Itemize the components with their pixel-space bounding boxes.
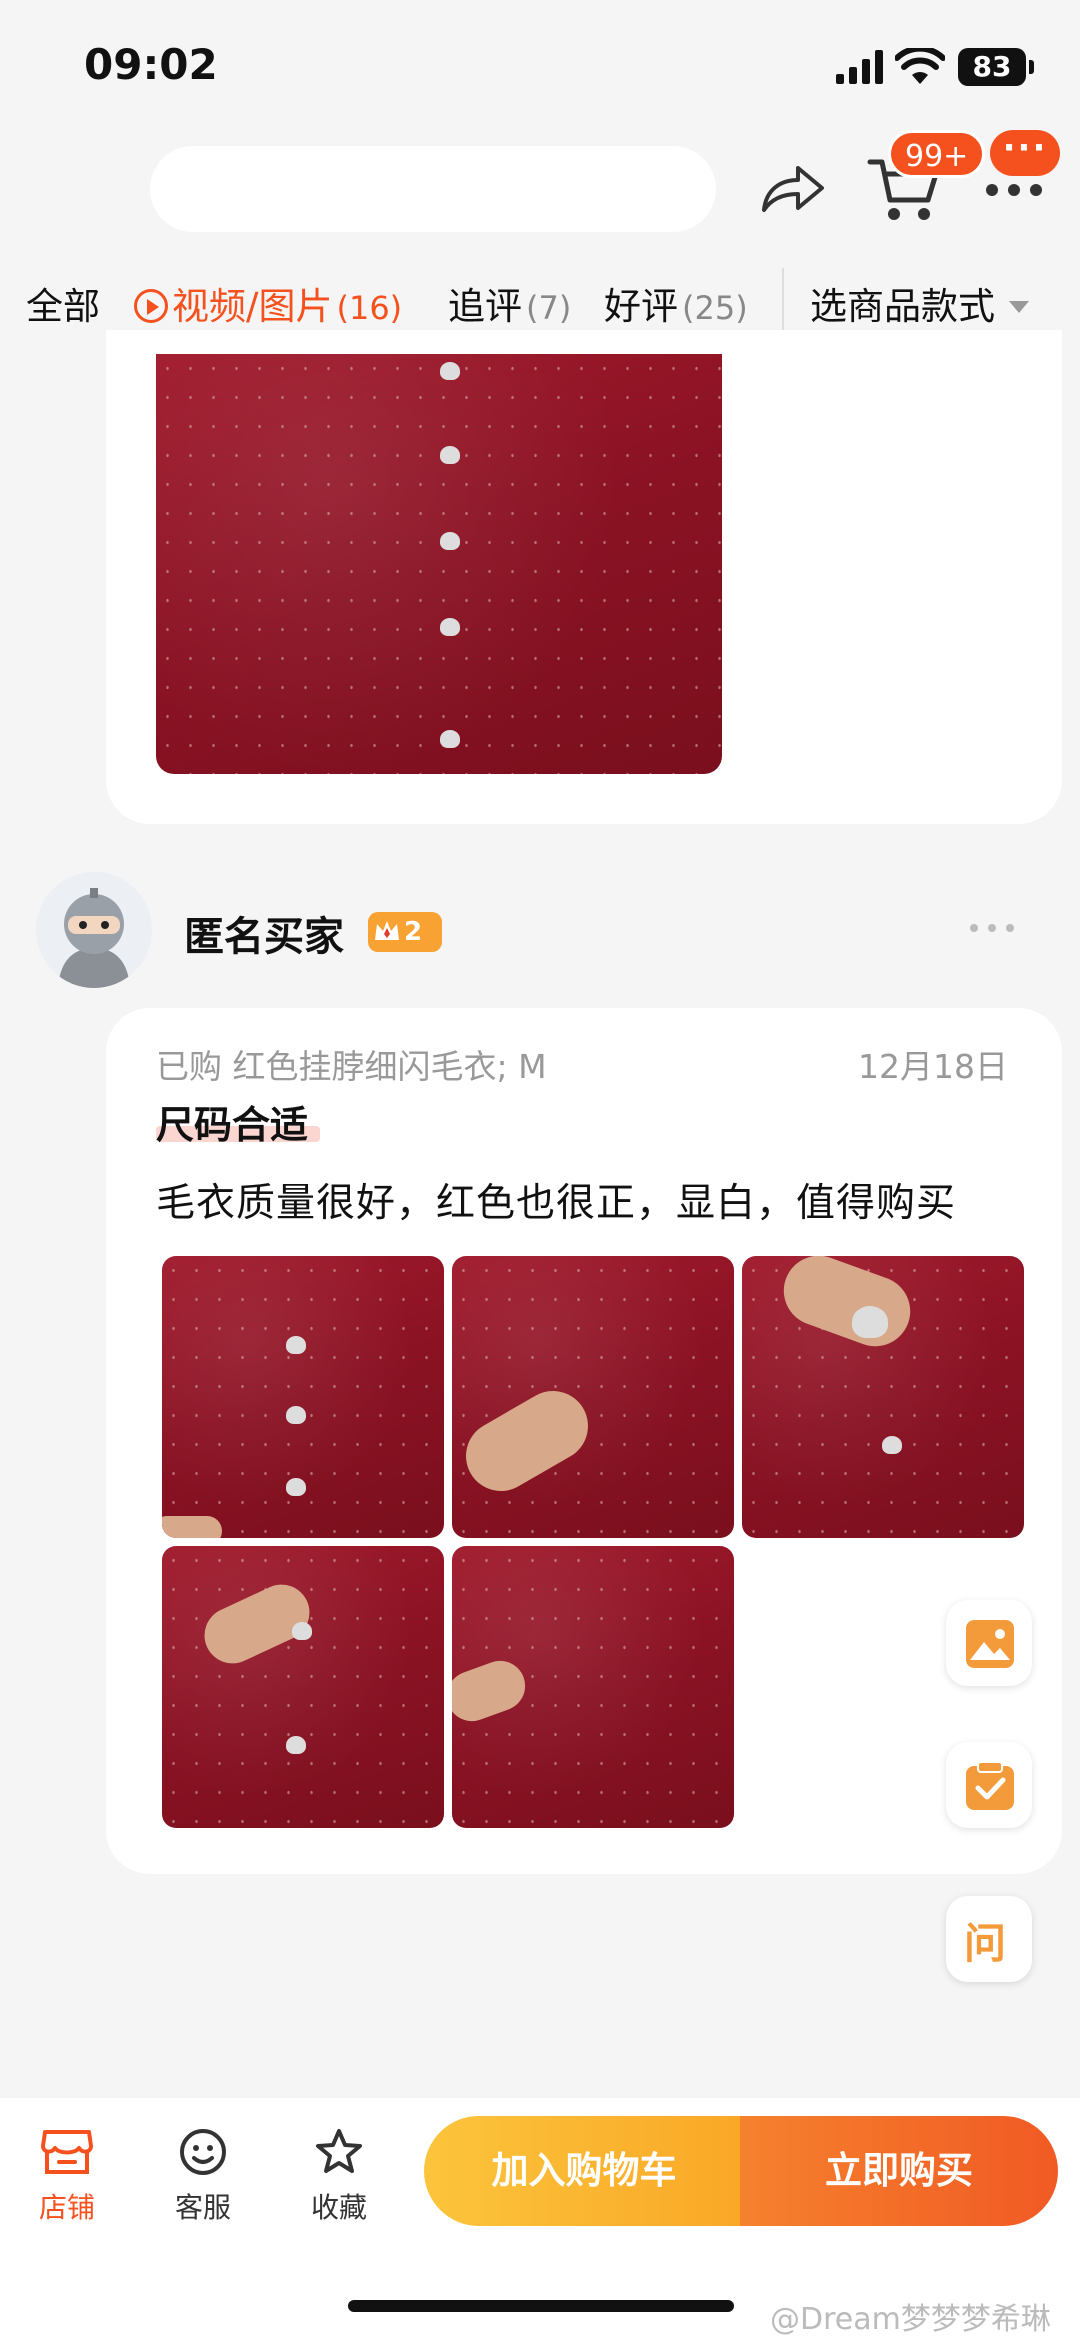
caret-down-icon xyxy=(1009,301,1029,313)
cart-badge: 99+ xyxy=(888,130,986,178)
button-detail xyxy=(292,1622,312,1640)
tab-all[interactable]: 全部 xyxy=(26,276,100,330)
button-detail xyxy=(440,362,460,380)
tab-follow-up-count: (7) xyxy=(526,289,572,327)
button-detail xyxy=(440,730,460,748)
button-detail xyxy=(286,1478,306,1496)
more-badge[interactable]: ··· xyxy=(990,130,1060,176)
review-photo-2[interactable] xyxy=(452,1256,734,1538)
add-to-cart-button[interactable]: 加入购物车 xyxy=(424,2116,744,2226)
favorite-button[interactable]: 收藏 xyxy=(294,2128,384,2226)
customer-service-label: 客服 xyxy=(174,2191,231,2224)
signal-icon xyxy=(836,50,883,84)
review-photo-5[interactable] xyxy=(452,1546,734,1828)
tab-good-review-count: (25) xyxy=(682,289,748,327)
review-title: 尺码合适 xyxy=(156,1103,309,1147)
search-input[interactable] xyxy=(150,146,716,232)
reviewer-name[interactable]: 匿名买家 xyxy=(184,904,344,962)
watermark: @Dream梦梦梦希琳 xyxy=(770,2302,1051,2337)
style-selector-label: 选商品款式 xyxy=(810,285,995,328)
hand xyxy=(453,1378,601,1504)
review-photo[interactable] xyxy=(156,354,722,774)
button-detail xyxy=(286,1406,306,1424)
button-detail xyxy=(286,1336,306,1354)
customer-service-icon xyxy=(180,2129,226,2175)
home-indicator[interactable] xyxy=(348,2300,734,2312)
ninja-avatar-icon xyxy=(36,872,152,988)
store-icon xyxy=(41,2130,93,2174)
review-text: 毛衣质量很好，红色也很正，显白，值得购买 xyxy=(156,1181,957,1226)
status-time: 09:02 xyxy=(84,40,218,89)
review-photo-1[interactable] xyxy=(162,1256,444,1538)
button-detail xyxy=(852,1306,888,1338)
buy-now-button[interactable]: 立即购买 xyxy=(740,2116,1058,2226)
crown-icon xyxy=(375,921,399,940)
button-detail xyxy=(440,618,460,636)
hand xyxy=(773,1256,921,1357)
checklist-float-button[interactable] xyxy=(946,1742,1032,1828)
favorite-label: 收藏 xyxy=(310,2191,367,2224)
review-photo-4[interactable] xyxy=(162,1546,444,1828)
review-photo-3[interactable] xyxy=(742,1256,1024,1538)
avatar[interactable] xyxy=(36,872,152,988)
tab-video-image[interactable]: 视频/图片 (16) xyxy=(134,276,402,330)
tab-good-review-label: 好评 xyxy=(604,285,678,328)
style-selector[interactable]: 选商品款式 xyxy=(810,276,1029,330)
customer-service-button[interactable]: 客服 xyxy=(158,2128,248,2226)
purchase-info: 已购 红色挂脖细闪毛衣; M xyxy=(156,1047,547,1086)
tab-follow-up-label: 追评 xyxy=(448,285,522,328)
hand xyxy=(452,1653,533,1729)
tab-follow-up[interactable]: 追评 (7) xyxy=(448,276,571,330)
tab-video-image-label: 视频/图片 xyxy=(172,285,333,328)
checklist-icon xyxy=(966,1762,1014,1810)
hand xyxy=(162,1516,222,1538)
tab-good-review[interactable]: 好评 (25) xyxy=(604,276,748,330)
star-icon xyxy=(316,2129,362,2173)
play-icon xyxy=(134,289,168,323)
wifi-icon xyxy=(895,48,945,84)
store-button[interactable]: 店铺 xyxy=(22,2128,112,2226)
review-more-icon[interactable] xyxy=(968,918,1016,938)
tab-video-image-count: (16) xyxy=(336,289,403,327)
store-label: 店铺 xyxy=(38,2191,95,2224)
button-detail xyxy=(882,1436,902,1454)
image-icon xyxy=(966,1620,1014,1668)
button-detail xyxy=(440,532,460,550)
share-icon[interactable] xyxy=(758,160,826,216)
button-detail xyxy=(286,1736,306,1754)
button-detail xyxy=(440,446,460,464)
tab-all-label: 全部 xyxy=(26,285,100,328)
ask-float-button[interactable]: 问 xyxy=(946,1896,1032,1982)
image-float-button[interactable] xyxy=(946,1600,1032,1686)
ask-label: 问 xyxy=(964,1919,1007,1968)
battery-indicator: 83 xyxy=(958,48,1034,86)
review-date: 12月18日 xyxy=(858,1047,1008,1086)
